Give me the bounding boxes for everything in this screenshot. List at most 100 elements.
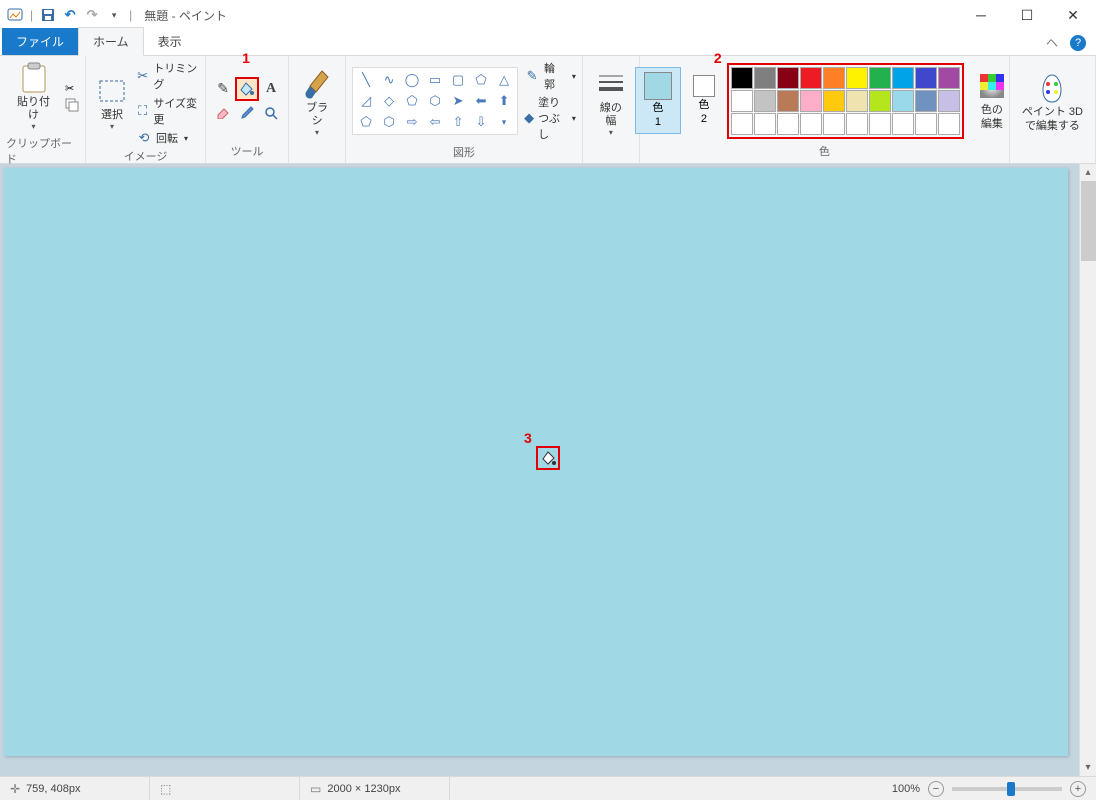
palette-swatch[interactable] bbox=[800, 113, 822, 135]
shape-pentagon2[interactable]: ⬠ bbox=[355, 112, 377, 132]
undo-icon[interactable]: ↶ bbox=[59, 4, 81, 26]
palette-swatch[interactable] bbox=[731, 90, 753, 112]
color-palette bbox=[727, 63, 964, 139]
palette-swatch[interactable] bbox=[823, 67, 845, 89]
minimize-button[interactable]: ─ bbox=[958, 0, 1004, 30]
fill-button[interactable]: ◆塗りつぶし▾ bbox=[524, 94, 576, 142]
palette-swatch[interactable] bbox=[754, 67, 776, 89]
help-icon[interactable]: ? bbox=[1070, 35, 1086, 51]
color2-button[interactable]: 色 2 bbox=[687, 73, 721, 127]
color-picker-tool[interactable] bbox=[236, 102, 258, 124]
palette-swatch[interactable] bbox=[938, 67, 960, 89]
status-spacer bbox=[450, 777, 882, 800]
maximize-button[interactable]: ☐ bbox=[1004, 0, 1050, 30]
shape-arrow-left2[interactable]: ⇦ bbox=[424, 112, 446, 132]
shape-arrow-right[interactable]: ➤ bbox=[447, 91, 469, 111]
tab-home[interactable]: ホーム bbox=[78, 27, 144, 56]
fill-tool[interactable] bbox=[236, 78, 258, 100]
palette-swatch[interactable] bbox=[846, 67, 868, 89]
tab-view[interactable]: 表示 bbox=[144, 28, 196, 55]
palette-swatch[interactable] bbox=[915, 90, 937, 112]
shape-hexagon2[interactable]: ⬡ bbox=[378, 112, 400, 132]
rotate-button[interactable]: ⟲回転▾ bbox=[136, 130, 199, 146]
palette-swatch[interactable] bbox=[915, 113, 937, 135]
shape-arrow-up2[interactable]: ⇧ bbox=[447, 112, 469, 132]
shape-curve[interactable]: ∿ bbox=[378, 70, 400, 90]
shape-arrow-down[interactable]: ⇩ bbox=[470, 112, 492, 132]
shape-oval[interactable]: ◯ bbox=[401, 70, 423, 90]
palette-swatch[interactable] bbox=[823, 113, 845, 135]
palette-swatch[interactable] bbox=[800, 90, 822, 112]
outline-button[interactable]: ✎輪郭▾ bbox=[524, 60, 576, 92]
paint3d-button[interactable]: ペイント 3D で編集する bbox=[1016, 70, 1089, 134]
group-image: 選択 ▾ ✂トリミング ⛶サイズ変更 ⟲回転▾ イメージ bbox=[86, 56, 206, 163]
scroll-thumb[interactable] bbox=[1081, 181, 1096, 261]
shapes-gallery[interactable]: ╲ ∿ ◯ ▭ ▢ ⬠ △ ◿ ◇ ⬠ ⬡ ➤ ⬅ ⬆ ⬠ ⬡ ⇨ ⇦ ⇧ ⇩ bbox=[352, 67, 518, 135]
group-label: イメージ bbox=[124, 146, 168, 166]
shape-diamond[interactable]: ◇ bbox=[378, 91, 400, 111]
ribbon: 貼り付け ▾ ✂ クリップボード 選択 ▾ ✂トリミング bbox=[0, 56, 1096, 164]
palette-swatch[interactable] bbox=[731, 67, 753, 89]
text-tool[interactable]: A bbox=[260, 78, 282, 100]
shape-hexagon[interactable]: ⬡ bbox=[424, 91, 446, 111]
resize-button[interactable]: ⛶サイズ変更 bbox=[136, 95, 199, 127]
shapes-more[interactable]: ▾ bbox=[493, 112, 515, 132]
scroll-up-icon[interactable]: ▴ bbox=[1080, 164, 1096, 181]
cut-icon[interactable]: ✂ bbox=[65, 82, 79, 95]
shape-right-triangle[interactable]: ◿ bbox=[355, 91, 377, 111]
pencil-tool[interactable]: ✎ bbox=[212, 78, 234, 100]
palette-swatch[interactable] bbox=[892, 67, 914, 89]
vertical-scrollbar[interactable]: ▴ ▾ bbox=[1079, 164, 1096, 776]
palette-swatch[interactable] bbox=[777, 90, 799, 112]
redo-icon[interactable]: ↷ bbox=[81, 4, 103, 26]
paste-button[interactable]: 貼り付け ▾ bbox=[6, 60, 61, 133]
palette-swatch[interactable] bbox=[892, 113, 914, 135]
palette-swatch[interactable] bbox=[892, 90, 914, 112]
palette-swatch[interactable] bbox=[754, 113, 776, 135]
zoom-out-button[interactable]: − bbox=[928, 781, 944, 797]
shape-arrow-up[interactable]: ⬆ bbox=[493, 91, 515, 111]
palette-swatch[interactable] bbox=[754, 90, 776, 112]
zoom-knob[interactable] bbox=[1007, 782, 1015, 796]
save-icon[interactable] bbox=[37, 4, 59, 26]
palette-swatch[interactable] bbox=[938, 113, 960, 135]
shape-triangle[interactable]: △ bbox=[493, 70, 515, 90]
shape-polygon[interactable]: ⬠ bbox=[470, 70, 492, 90]
tab-file[interactable]: ファイル bbox=[2, 28, 78, 55]
close-button[interactable]: ✕ bbox=[1050, 0, 1096, 30]
shape-roundrect[interactable]: ▢ bbox=[447, 70, 469, 90]
color1-button[interactable]: 色 1 bbox=[635, 67, 681, 133]
palette-swatch[interactable] bbox=[869, 113, 891, 135]
crop-button[interactable]: ✂トリミング bbox=[136, 60, 199, 92]
palette-swatch[interactable] bbox=[846, 113, 868, 135]
palette-swatch[interactable] bbox=[938, 90, 960, 112]
shape-pentagon[interactable]: ⬠ bbox=[401, 91, 423, 111]
select-button[interactable]: 選択 ▾ bbox=[92, 73, 132, 133]
shape-arrow-right2[interactable]: ⇨ bbox=[401, 112, 423, 132]
palette-swatch[interactable] bbox=[777, 113, 799, 135]
shape-rect[interactable]: ▭ bbox=[424, 70, 446, 90]
palette-swatch[interactable] bbox=[800, 67, 822, 89]
scroll-down-icon[interactable]: ▾ bbox=[1080, 759, 1096, 776]
edit-colors-button[interactable]: 色の 編集 bbox=[970, 68, 1014, 132]
palette-swatch[interactable] bbox=[869, 67, 891, 89]
zoom-slider[interactable] bbox=[952, 787, 1062, 791]
palette-swatch[interactable] bbox=[823, 90, 845, 112]
zoom-in-button[interactable]: + bbox=[1070, 781, 1086, 797]
palette-swatch[interactable] bbox=[777, 67, 799, 89]
magnifier-tool[interactable] bbox=[260, 102, 282, 124]
palette-swatch[interactable] bbox=[846, 90, 868, 112]
eraser-tool[interactable] bbox=[212, 102, 234, 124]
app-icon bbox=[4, 4, 26, 26]
copy-icon[interactable] bbox=[65, 98, 79, 112]
stroke-width-button[interactable]: 線の幅 ▾ bbox=[589, 66, 633, 139]
palette-swatch[interactable] bbox=[731, 113, 753, 135]
qat-dropdown-icon[interactable]: ▾ bbox=[103, 4, 125, 26]
shape-line[interactable]: ╲ bbox=[355, 70, 377, 90]
shape-arrow-left[interactable]: ⬅ bbox=[470, 91, 492, 111]
brushes-button[interactable]: ブラシ ▾ bbox=[295, 66, 339, 139]
palette-swatch[interactable] bbox=[869, 90, 891, 112]
palette-swatch[interactable] bbox=[915, 67, 937, 89]
collapse-ribbon-icon[interactable]: ヘ bbox=[1038, 30, 1066, 55]
workspace: 3 ▴ ▾ bbox=[0, 164, 1096, 776]
